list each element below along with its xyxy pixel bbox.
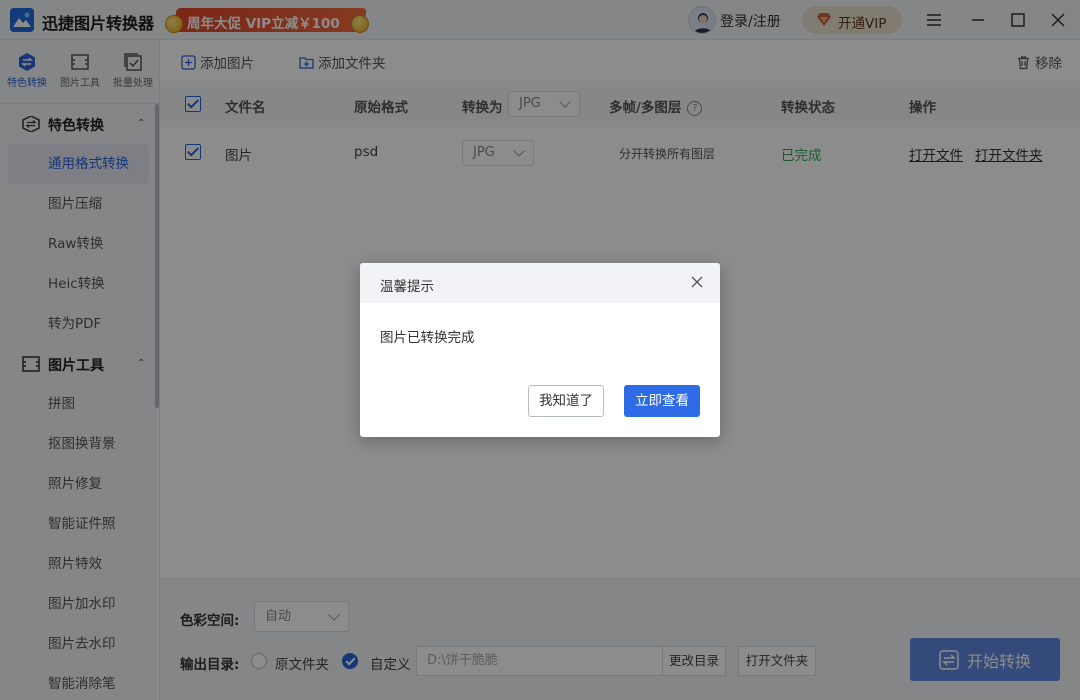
dialog-message: 图片已转换完成	[380, 330, 475, 346]
got-it-button[interactable]: 我知道了	[528, 385, 604, 417]
close-icon[interactable]	[690, 275, 704, 289]
dialog-title: 温馨提示	[380, 279, 434, 295]
view-now-button[interactable]: 立即查看	[624, 385, 700, 417]
dialog-header: 温馨提示	[360, 263, 720, 303]
conversion-complete-dialog: 温馨提示 图片已转换完成 我知道了 立即查看	[360, 263, 720, 437]
